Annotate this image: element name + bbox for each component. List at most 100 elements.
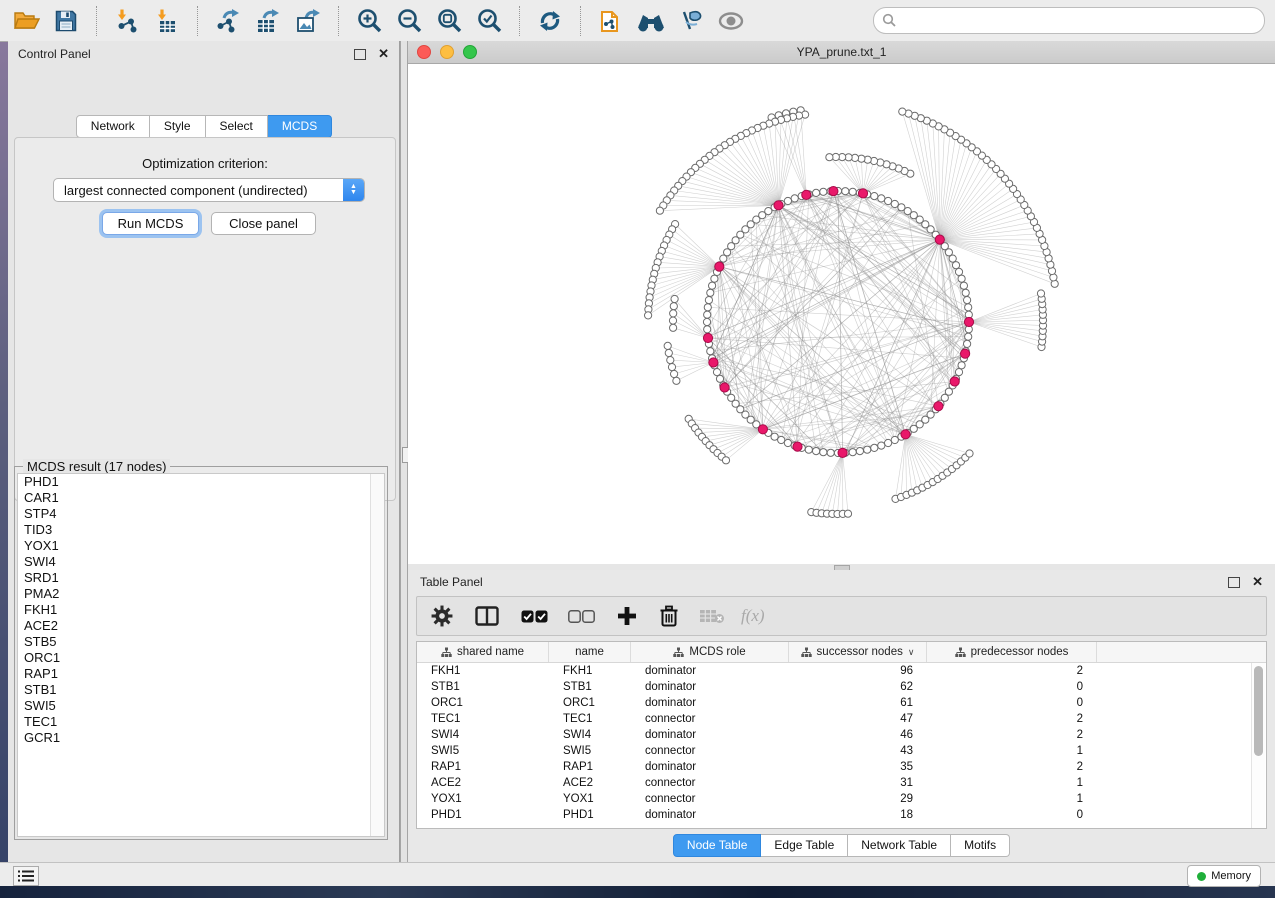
tab-edge-table[interactable]: Edge Table — [761, 834, 848, 857]
list-item[interactable]: YOX1 — [18, 538, 384, 554]
add-column-icon[interactable] — [617, 606, 637, 626]
tab-node-table[interactable]: Node Table — [673, 834, 762, 857]
tab-motifs[interactable]: Motifs — [951, 834, 1010, 857]
result-list-scrollbar[interactable] — [370, 474, 384, 836]
column-header-successor-nodes[interactable]: successor nodes∨ — [789, 642, 927, 662]
tab-network[interactable]: Network — [76, 115, 150, 138]
scrollbar-thumb[interactable] — [1254, 666, 1263, 756]
list-item[interactable]: STP4 — [18, 506, 384, 522]
list-item[interactable]: SRD1 — [18, 570, 384, 586]
list-item[interactable]: TEC1 — [18, 714, 384, 730]
open-file-icon[interactable] — [6, 4, 46, 38]
tab-style[interactable]: Style — [150, 115, 206, 138]
list-item[interactable]: RAP1 — [18, 666, 384, 682]
float-panel-icon[interactable] — [354, 49, 366, 60]
select-all-checks-icon[interactable] — [521, 610, 548, 623]
zoom-selected-icon[interactable] — [469, 4, 509, 38]
network-window-titlebar[interactable]: YPA_prune.txt_1 — [408, 41, 1275, 64]
deselect-checks-icon[interactable] — [568, 610, 595, 623]
zoom-in-icon[interactable] — [349, 4, 389, 38]
split-panel-icon[interactable] — [475, 606, 499, 626]
close-panel-button[interactable]: Close panel — [211, 212, 316, 235]
list-item[interactable]: SWI4 — [18, 554, 384, 570]
tab-mcds[interactable]: MCDS — [268, 115, 332, 138]
import-network-icon[interactable] — [107, 4, 147, 38]
table-row[interactable]: ORC1ORC1dominator610 — [417, 695, 1266, 711]
cell: 46 — [789, 729, 927, 741]
run-mcds-button[interactable]: Run MCDS — [102, 212, 199, 235]
cell: 1 — [927, 793, 1097, 805]
table-row[interactable]: ACE2ACE2connector311 — [417, 775, 1266, 791]
memory-status-icon — [1197, 872, 1206, 881]
mcds-tab-content: Optimization criterion: largest connecte… — [14, 137, 396, 501]
share-document-icon[interactable] — [591, 4, 631, 38]
hierarchy-icon — [955, 647, 966, 658]
export-network-icon[interactable] — [208, 4, 248, 38]
settings-gear-icon[interactable] — [431, 605, 453, 627]
show-eye-icon[interactable] — [711, 4, 751, 38]
table-panel-title: Table Panel — [420, 575, 483, 589]
column-header-shared-name[interactable]: shared name — [417, 642, 549, 662]
float-panel-icon[interactable] — [1228, 577, 1240, 588]
zoom-out-icon[interactable] — [389, 4, 429, 38]
task-history-button[interactable] — [13, 866, 39, 886]
export-table-icon[interactable] — [248, 4, 288, 38]
list-item[interactable]: SWI5 — [18, 698, 384, 714]
table-row[interactable]: SWI5SWI5connector431 — [417, 743, 1266, 759]
hide-glasses-icon[interactable] — [671, 4, 711, 38]
list-item[interactable]: PHD1 — [18, 474, 384, 490]
table-row[interactable]: YOX1YOX1connector291 — [417, 791, 1266, 807]
delete-column-icon[interactable] — [659, 605, 679, 627]
vertical-split-divider[interactable] — [400, 41, 408, 862]
cell: connector — [631, 793, 789, 805]
table-row[interactable]: SWI4SWI4dominator462 — [417, 727, 1266, 743]
hierarchy-icon — [441, 647, 452, 658]
table-row[interactable]: RAP1RAP1dominator352 — [417, 759, 1266, 775]
toolbar-separator — [338, 6, 339, 36]
tab-network-table[interactable]: Network Table — [848, 834, 951, 857]
status-bar: Memory — [0, 862, 1275, 886]
import-table-icon[interactable] — [147, 4, 187, 38]
list-item[interactable]: FKH1 — [18, 602, 384, 618]
optimization-criterion-dropdown[interactable]: largest connected component (undirected)… — [53, 178, 365, 202]
list-item[interactable]: STB1 — [18, 682, 384, 698]
cell: 2 — [927, 665, 1097, 677]
column-header-name[interactable]: name — [549, 642, 631, 662]
list-item[interactable]: TID3 — [18, 522, 384, 538]
network-view-canvas[interactable] — [408, 64, 1275, 564]
mcds-result-list[interactable]: PHD1CAR1STP4TID3YOX1SWI4SRD1PMA2FKH1ACE2… — [17, 473, 385, 837]
cell: 18 — [789, 809, 927, 821]
cell: dominator — [631, 809, 789, 821]
column-header-MCDS-role[interactable]: MCDS role — [631, 642, 789, 662]
list-item[interactable]: STB5 — [18, 634, 384, 650]
export-image-icon[interactable] — [288, 4, 328, 38]
cell: dominator — [631, 697, 789, 709]
list-item[interactable]: ACE2 — [18, 618, 384, 634]
table-row[interactable]: FKH1FKH1dominator962 — [417, 663, 1266, 679]
optimization-criterion-label: Optimization criterion: — [15, 156, 395, 171]
cell: dominator — [631, 665, 789, 677]
list-item[interactable]: GCR1 — [18, 730, 384, 746]
save-session-icon[interactable] — [46, 4, 86, 38]
list-item[interactable]: ORC1 — [18, 650, 384, 666]
table-row[interactable]: TEC1TEC1connector472 — [417, 711, 1266, 727]
table-row[interactable]: PHD1PHD1dominator180 — [417, 807, 1266, 823]
memory-button[interactable]: Memory — [1187, 865, 1261, 887]
refresh-icon[interactable] — [530, 4, 570, 38]
close-panel-icon[interactable]: ✕ — [378, 49, 389, 59]
tab-select[interactable]: Select — [206, 115, 268, 138]
list-item[interactable]: CAR1 — [18, 490, 384, 506]
network-window-title: YPA_prune.txt_1 — [408, 45, 1275, 59]
list-item[interactable]: PMA2 — [18, 586, 384, 602]
close-panel-icon[interactable]: ✕ — [1252, 577, 1263, 587]
cell: 1 — [927, 745, 1097, 757]
column-header-predecessor-nodes[interactable]: predecessor nodes — [927, 642, 1097, 662]
search-input[interactable] — [873, 7, 1265, 34]
zoom-fit-icon[interactable] — [429, 4, 469, 38]
cell: RAP1 — [549, 761, 631, 773]
table-row[interactable]: STB1STB1dominator620 — [417, 679, 1266, 695]
sort-descending-icon: ∨ — [908, 647, 915, 658]
table-scrollbar[interactable] — [1251, 663, 1265, 828]
cell: 2 — [927, 729, 1097, 741]
search-binoculars-icon[interactable] — [631, 4, 671, 38]
